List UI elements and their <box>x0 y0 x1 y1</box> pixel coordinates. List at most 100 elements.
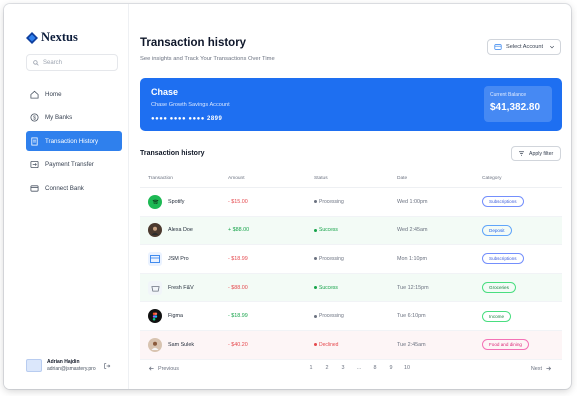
sidebar-item-label: Transaction History <box>45 137 99 145</box>
chevron-down-icon <box>549 45 555 49</box>
status-badge: Processing <box>314 256 397 262</box>
amount: - $18.99 <box>228 255 248 262</box>
next-page-button[interactable]: Next <box>531 365 552 372</box>
page-number[interactable]: 3 <box>340 365 346 371</box>
date: Wed 2:45am <box>397 227 428 234</box>
sidebar-item-home[interactable]: Home <box>26 84 122 104</box>
app-window: Nextus Search Home $ My Banks Transactio… <box>4 4 571 389</box>
select-account-label: Select Account <box>506 44 544 50</box>
table-row[interactable]: JSM Pro - $18.99 Processing Mon 1:10pm S… <box>140 245 562 274</box>
page-ellipsis: ... <box>356 365 362 371</box>
page-number[interactable]: 1 <box>308 365 314 371</box>
table-row[interactable]: Sam Sulek - $40.20 Declined Tue 2:45am F… <box>140 330 562 360</box>
status-label: Processing <box>319 255 344 262</box>
date: Wed 1:00pm <box>397 198 428 205</box>
transaction-cell: Figma <box>140 309 228 324</box>
user-email: adrian@jsmastery.pro <box>47 365 96 372</box>
search-input[interactable]: Search <box>26 54 118 71</box>
sidebar-item-label: Connect Bank <box>45 184 84 192</box>
category-cell: Income <box>482 310 562 322</box>
sidebar-item-transaction-history[interactable]: Transaction History <box>26 131 122 151</box>
column-header-transaction: Transaction <box>148 176 173 181</box>
category-cell: Subscriptions <box>482 253 562 265</box>
table-row[interactable]: Figma - $18.99 Processing Tue 6:10pm Inc… <box>140 302 562 331</box>
transfer-icon <box>30 160 39 169</box>
avatar <box>148 337 162 352</box>
app-name: Nextus <box>41 30 78 44</box>
select-account-dropdown[interactable]: Select Account <box>487 39 561 55</box>
merchant-name: Sam Sulek <box>168 341 195 348</box>
user-profile[interactable]: Adrian Hajdin adrian@jsmastery.pro <box>26 359 126 372</box>
sidebar-item-label: Home <box>45 90 62 98</box>
table-row[interactable]: Fresh F&V - $88.00 Success Tue 12:15pm G… <box>140 273 562 303</box>
spotify-icon <box>148 194 162 209</box>
category-cell: Food and dining <box>482 339 562 351</box>
transaction-cell: Alexa Doe <box>140 223 228 238</box>
date: Tue 12:15pm <box>397 284 429 291</box>
column-header-date: Date <box>397 176 408 181</box>
merchant-name: Fresh F&V <box>168 284 194 291</box>
column-header-status: Status <box>314 176 328 181</box>
transactions-table: Transaction Amount Status Date Category … <box>140 170 562 360</box>
status-label: Declined <box>319 341 339 348</box>
amount: - $88.00 <box>228 284 248 291</box>
page-number[interactable]: 10 <box>404 365 410 371</box>
category-cell: Subscriptions <box>482 196 562 208</box>
previous-page-button[interactable]: Previous <box>148 365 179 372</box>
transaction-cell: Sam Sulek <box>140 337 228 352</box>
bank-account-card[interactable]: Chase Chase Growth Savings Account ●●●● … <box>140 78 562 131</box>
column-header-category: Category <box>482 176 502 181</box>
sidebar-item-my-banks[interactable]: $ My Banks <box>26 108 122 128</box>
balance-box: Current Balance $41,382.80 <box>484 86 552 122</box>
status-label: Success <box>319 227 338 234</box>
page-number[interactable]: 2 <box>324 365 330 371</box>
apply-filter-button[interactable]: Apply filter <box>511 146 561 161</box>
table-row[interactable]: Spotify - $15.00 Processing Wed 1:00pm S… <box>140 188 562 217</box>
balance-label: Current Balance <box>490 92 527 98</box>
status-badge: Processing <box>314 313 397 319</box>
wallet-icon <box>494 44 502 50</box>
transaction-cell: Spotify <box>140 194 228 209</box>
sidebar-item-connect-bank[interactable]: Connect Bank <box>26 178 122 198</box>
merchant-name: Alexa Doe <box>168 227 193 234</box>
home-icon <box>30 90 39 99</box>
apply-filter-label: Apply filter <box>529 150 554 157</box>
status-label: Processing <box>319 198 344 205</box>
receipt-icon <box>31 136 38 146</box>
balance-value: $41,382.80 <box>490 102 541 113</box>
category-chip: Deposit <box>482 224 512 236</box>
date: Tue 2:45am <box>397 341 426 348</box>
store-icon <box>148 280 162 295</box>
page-number[interactable]: 9 <box>388 365 394 371</box>
category-chip: Groceries <box>482 282 516 294</box>
pagination: Previous 1 2 3 ... 8 9 10 Next <box>140 362 562 376</box>
table-row[interactable]: Alexa Doe + $88.00 Success Wed 2:45am De… <box>140 216 562 246</box>
logo-icon <box>26 31 38 44</box>
transaction-cell: JSM Pro <box>140 251 228 266</box>
category-chip: Subscriptions <box>482 196 524 208</box>
page-title: Transaction history <box>140 37 247 49</box>
logout-icon[interactable] <box>103 362 111 370</box>
status-label: Success <box>319 284 338 291</box>
merchant-name: Spotify <box>168 198 185 205</box>
amount: - $18.99 <box>228 313 248 320</box>
sidebar-item-payment-transfer[interactable]: Payment Transfer <box>26 155 122 175</box>
arrow-left-icon <box>148 366 154 371</box>
brand-logo[interactable]: Nextus <box>26 30 78 45</box>
search-placeholder: Search <box>43 59 63 66</box>
category-chip: Income <box>482 310 512 322</box>
amount: - $40.20 <box>228 341 248 348</box>
amount: - $15.00 <box>228 198 248 205</box>
page-number[interactable]: 8 <box>372 365 378 371</box>
category-cell: Groceries <box>482 282 562 294</box>
bank-name: Chase <box>151 87 179 97</box>
previous-label: Previous <box>158 365 179 372</box>
category-chip: Subscriptions <box>482 253 524 265</box>
dollar-icon: $ <box>30 113 39 122</box>
arrow-right-icon <box>546 366 552 371</box>
category-cell: Deposit <box>482 224 562 236</box>
merchant-name: Figma <box>168 313 183 320</box>
bank-account-type: Chase Growth Savings Account <box>151 102 230 108</box>
next-label: Next <box>530 365 542 372</box>
date: Tue 6:10pm <box>397 313 426 320</box>
